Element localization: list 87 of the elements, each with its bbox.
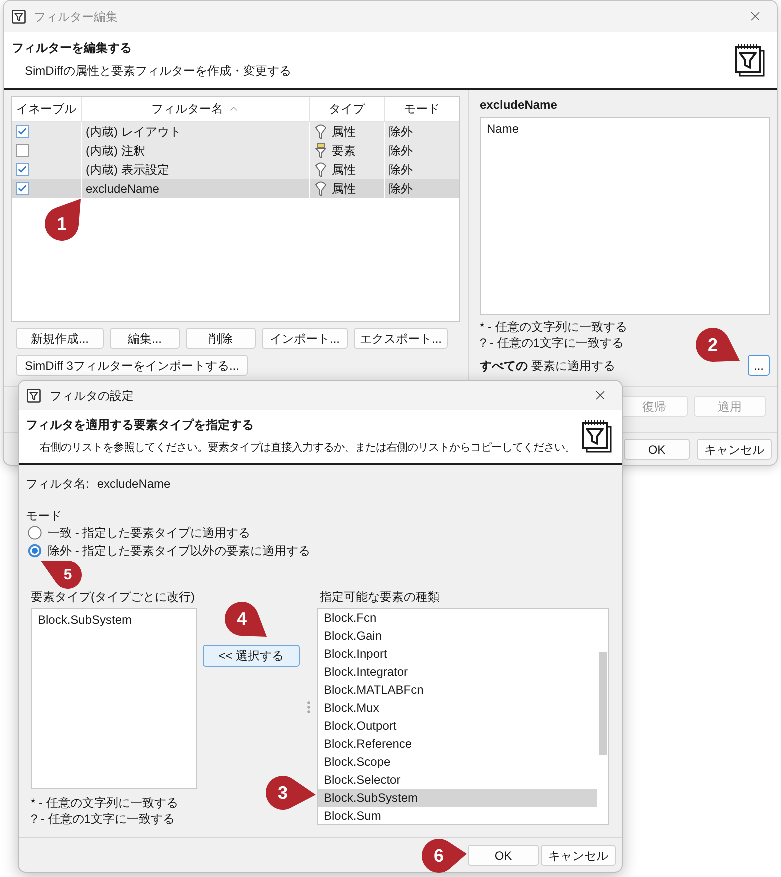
checkbox[interactable] (16, 144, 29, 157)
field-label: 要素タイプ(タイプごとに改行) (31, 590, 195, 605)
table-cell-text: 除外 (388, 162, 414, 178)
window-title: フィルタの設定 (50, 388, 134, 404)
window-title: フィルター編集 (34, 8, 118, 26)
table-cell-text: 属性 (332, 162, 356, 178)
table-cell-text: 属性 (332, 124, 356, 140)
header-description: SimDiffの属性と要素フィルターを作成・変更する (25, 64, 292, 79)
list-action-button[interactable]: インポート... (262, 328, 348, 349)
table-row[interactable]: (内蔵) 注釈 要素 除外 (12, 141, 459, 160)
funnel-icon (27, 388, 41, 402)
table-cell-text: 除外 (388, 124, 414, 140)
dialog-button[interactable]: キャンセル (697, 439, 772, 460)
check-icon (18, 128, 27, 135)
funnel-notepad-icon (582, 420, 612, 453)
funnel-icon (12, 10, 26, 24)
grip-icon[interactable] (307, 701, 311, 714)
list-item[interactable]: Block.Selector (318, 771, 597, 789)
header-heading: フィルタを適用する要素タイプを指定する (26, 418, 254, 432)
column-header[interactable]: フィルター名 (82, 97, 310, 121)
checkbox[interactable] (16, 163, 29, 176)
table-row[interactable]: (内蔵) 表示設定 属性 除外 (12, 160, 459, 179)
list-item[interactable]: Block.Outport (318, 717, 597, 735)
callout-marker: 4 (225, 602, 267, 637)
import-button[interactable]: SimDiff 3フィルターをインポートする... (16, 355, 248, 376)
field-label: フィルタ名: (26, 477, 90, 492)
radio-button[interactable] (28, 544, 42, 558)
dialog-button[interactable]: OK (468, 845, 539, 866)
column-header[interactable]: モード (385, 97, 459, 121)
table-cell: excludeName (82, 179, 310, 198)
radio-label[interactable]: 一致 - 指定した要素タイプに適用する (48, 526, 251, 540)
wildcard-hint: ? - 任意の1文字に一致する (31, 811, 176, 827)
section-label: モード (26, 509, 62, 524)
dialog-button[interactable]: OK (624, 439, 690, 460)
list-action-button[interactable]: 新規作成... (16, 328, 104, 349)
table-cell-text: 要素 (332, 142, 356, 160)
funnel-notepad-icon (735, 44, 765, 76)
table-cell-text: 除外 (388, 142, 414, 160)
filter-value-field[interactable]: Name (480, 117, 770, 315)
table-cell-text: 属性 (332, 180, 356, 198)
list-item[interactable]: Block.Integrator (318, 663, 597, 681)
check-icon (18, 185, 27, 192)
table-row[interactable]: (内蔵) レイアウト 属性 除外 (12, 122, 459, 141)
element-types-field[interactable]: Block.SubSystem (31, 608, 197, 789)
column-header[interactable]: イネーブル (12, 97, 82, 121)
list-action-button[interactable]: エクスポート... (354, 328, 448, 349)
checkbox[interactable] (16, 125, 29, 138)
funnel-icon (315, 162, 327, 178)
list-item[interactable]: Block.Mux (318, 699, 597, 717)
table-row[interactable]: excludeName 属性 除外 (12, 179, 459, 198)
header-heading: フィルターを編集する (12, 41, 132, 56)
list-action-button[interactable]: 編集... (110, 328, 180, 349)
list-item[interactable]: Block.MATLABFcn (318, 681, 597, 699)
callout-marker: 3 (266, 776, 316, 810)
funnel-icon (315, 124, 327, 140)
callout-marker: 1 (45, 199, 81, 241)
wildcard-hint: * - 任意の文字列に一致する (480, 319, 628, 335)
field-label: 指定可能な要素の種類 (320, 590, 440, 605)
scrollbar-thumb[interactable] (598, 652, 606, 755)
radio-button[interactable] (28, 526, 42, 540)
list-item[interactable]: Block.Sum (318, 807, 597, 825)
callout-marker: 2 (696, 328, 740, 362)
radio-label[interactable]: 除外 - 指定した要素タイプ以外の要素に適用する (48, 544, 311, 558)
browse-button[interactable]: ... (748, 355, 770, 376)
header-description: 右側のリストを参照してください。要素タイプは直接入力するか、または右側のリストからコピーしてください。 (40, 440, 576, 456)
list-item[interactable]: Block.Inport (318, 645, 597, 663)
apply-scope-text: すべての 要素に適用する (480, 358, 616, 374)
list-action-button[interactable]: 削除 (186, 328, 256, 349)
dialog-button[interactable]: キャンセル (541, 845, 616, 866)
checkbox[interactable] (16, 182, 29, 195)
callout-marker: 5 (41, 561, 82, 589)
list-item[interactable]: Block.Reference (318, 735, 597, 753)
funnel-icon (315, 180, 327, 196)
list-item[interactable]: Block.Scope (318, 753, 597, 771)
select-button[interactable]: << 選択する (203, 645, 300, 667)
wildcard-hint: ? - 任意の1文字に一致する (480, 335, 624, 351)
filter-title: excludeName (480, 97, 558, 113)
funnel-icon (315, 142, 327, 158)
list-item[interactable]: Block.SubSystem (318, 789, 597, 807)
wildcard-hint: * - 任意の文字列に一致する (31, 795, 178, 811)
list-item[interactable]: Block.Fcn (318, 609, 597, 627)
table-cell-text: 除外 (388, 180, 414, 198)
filter-name-value: excludeName (97, 477, 171, 492)
list-item[interactable]: Block.Gain (318, 627, 597, 645)
column-header[interactable]: タイプ (310, 97, 385, 121)
check-icon (18, 166, 27, 173)
callout-marker: 6 (422, 839, 467, 873)
